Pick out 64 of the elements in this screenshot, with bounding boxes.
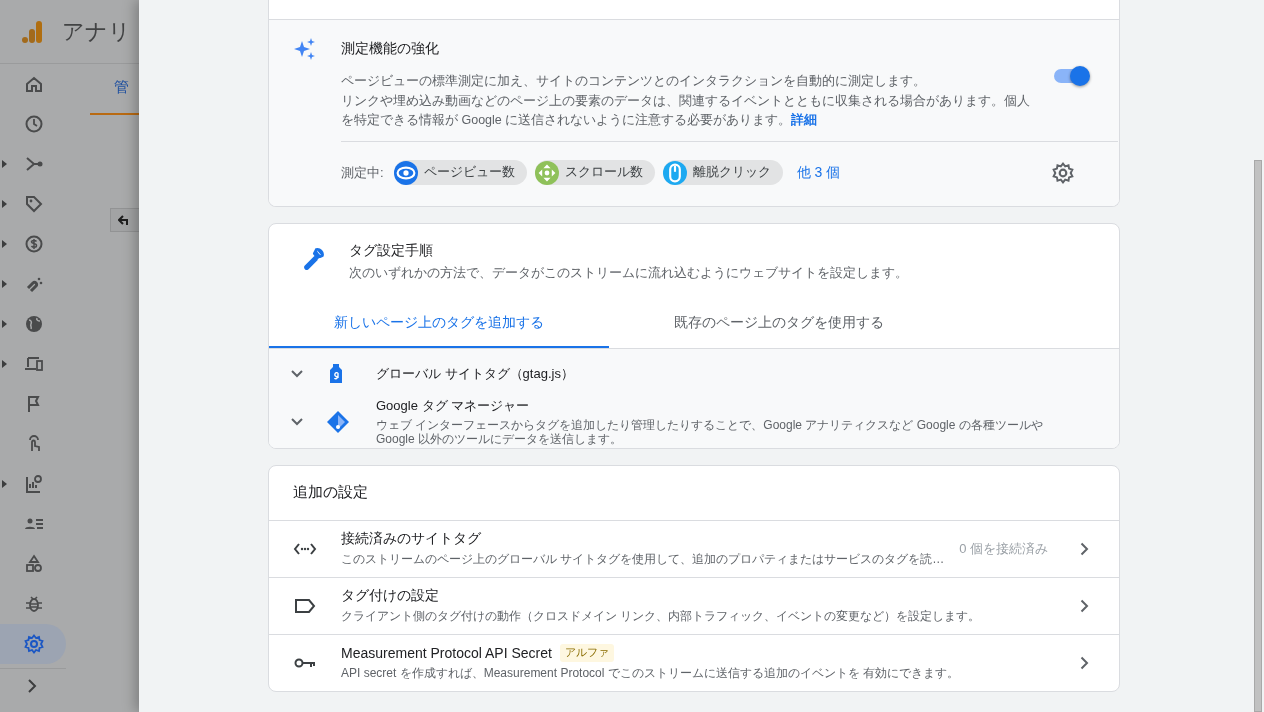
tab[interactable]: 新しいページ上のタグを追加する <box>269 299 609 348</box>
app-title: アナリ <box>62 17 131 46</box>
chevron-right-icon <box>1080 598 1089 613</box>
diamond-icon <box>326 409 350 434</box>
row-title: タグ付けの設定 <box>341 587 439 605</box>
bug-icon <box>24 594 44 614</box>
method-row[interactable]: グローバル サイトタグ（gtag.js） <box>269 351 1119 396</box>
expand-caret-icon[interactable] <box>2 280 7 288</box>
chevron-right-icon <box>1080 655 1089 670</box>
report-search-icon <box>24 474 44 494</box>
section-title: 追加の設定 <box>269 465 1119 521</box>
tab[interactable]: 既存のページ上のタグを使用する <box>609 299 949 348</box>
back-button[interactable] <box>110 208 140 232</box>
row-description: クライアント側のタグ付けの動作（クロスドメイン リンク、内部トラフィック、イベントの変更など）を設定します。 <box>341 608 982 624</box>
connection-status: 0 個を接続済み <box>959 539 1048 558</box>
expand-caret-icon[interactable] <box>2 360 7 368</box>
devices-icon <box>24 354 44 374</box>
settings-icon <box>24 634 44 654</box>
expand-caret-icon[interactable] <box>2 240 7 248</box>
expand-chevron-icon[interactable] <box>27 679 37 693</box>
row-description: API secret を作成すれば、Measurement Protocol でこのストリームに送信する追加のイベントを 有効にできます。 <box>341 665 961 681</box>
expand-chevron-icon[interactable] <box>290 417 304 426</box>
expand-chevron-icon[interactable] <box>290 369 304 378</box>
alpha-badge: アルファ <box>559 644 614 662</box>
settings-row[interactable]: 接続済みのサイトタグ このストリームのページ上のグローバル サイトタグを使用して、追加のプロパティまたはサービスのタグを読… 0 個を接続済み <box>269 520 1119 578</box>
row-title: 接続済みのサイトタグ <box>341 530 481 548</box>
nav-item[interactable] <box>0 624 66 664</box>
expand-caret-icon[interactable] <box>2 200 7 208</box>
event-chip: ページビュー数 <box>393 160 527 185</box>
home-icon <box>24 74 44 94</box>
expand-caret-icon[interactable] <box>2 320 7 328</box>
branch-icon <box>24 154 44 174</box>
shapes-icon <box>24 554 44 574</box>
section-title: タグ設定手順 <box>349 241 434 260</box>
description-text: リンクや埋め込み動画などのページ上の要素のデータは、関連するイベントとともに収集される場合があります。個人を特定できる情報が Google に送信されないように注意する必要があります。詳細 <box>341 92 1031 129</box>
details-link[interactable]: 詳細 <box>791 113 818 127</box>
chevron-right-icon <box>1080 541 1089 556</box>
dollar-icon <box>24 234 44 254</box>
clock-icon <box>24 114 44 134</box>
method-title: グローバル サイトタグ（gtag.js） <box>376 364 574 383</box>
wrench-icon <box>301 245 327 272</box>
row-title: Measurement Protocol API Secret <box>341 645 552 661</box>
analytics-logo-icon <box>20 19 44 44</box>
event-chip: 離脱クリック <box>662 160 783 185</box>
method-description: ウェブ インターフェースからタグを追加したり管理したりすることで、Google アナリティクスなど Google の各種ツールや Google 以外のツールにデータを送信します。 <box>376 418 1044 446</box>
expand-caret-icon[interactable] <box>2 480 7 488</box>
section-subtitle: 次のいずれかの方法で、データがこのストリームに流れ込むようにウェブサイトを設定します。 <box>349 264 908 282</box>
row-description: このストリームのページ上のグローバル サイトタグを使用して、追加のプロパティまたはサービスのタグを読… <box>341 551 946 567</box>
settings-row[interactable]: タグ付けの設定 クライアント側のタグ付けの動作（クロスドメイン リンク、内部トラフィック、イベントの変更など）を設定します。 <box>269 577 1119 635</box>
globe-icon <box>24 314 44 334</box>
measuring-label: 測定中: <box>341 163 384 182</box>
tag-icon <box>24 194 44 214</box>
description-text: ページビューの標準測定に加え、サイトのコンテンツとのインタラクションを自動的に測定します。 <box>341 73 927 90</box>
method-title: Google タグ マネージャー <box>376 397 531 415</box>
settings-row[interactable]: Measurement Protocol API Secret アルファ API secret を作成すれば、Measurement Protocol でこのストリームに送信する追加のイベントを 有効にできます。 <box>269 634 1119 691</box>
sparkle-icon <box>293 37 317 61</box>
event-chip: スクロール数 <box>534 160 655 185</box>
section-title: 測定機能の強化 <box>341 40 440 58</box>
expand-caret-icon[interactable] <box>2 160 7 168</box>
method-row[interactable]: Google タグ マネージャー ウェブ インターフェースからタグを追加したり管理したりすることで、Google アナリティクスなど Google の各種ツールや Google 以外のツールにデータを送信します。 <box>269 395 1119 448</box>
toggle-switch[interactable] <box>1054 66 1090 86</box>
scrollbar-thumb[interactable] <box>1254 160 1262 712</box>
more-events-link[interactable]: 他 3 個 <box>796 163 841 182</box>
settings-icon[interactable] <box>1052 161 1074 184</box>
